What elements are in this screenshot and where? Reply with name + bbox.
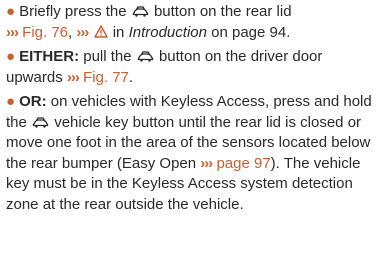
figure-link[interactable]: Fig. 76 — [22, 24, 68, 41]
manual-page: ● Briefly press the button on the rear li… — [0, 0, 380, 264]
bullet-icon: ● — [6, 48, 16, 65]
warning-triangle-icon — [93, 24, 108, 38]
bullet-icon: ● — [6, 3, 16, 20]
ref-arrow: ››› — [6, 23, 19, 41]
page-link[interactable]: page 97 — [216, 155, 270, 172]
ref-arrow: ››› — [76, 23, 89, 41]
rear-lid-icon — [137, 51, 154, 62]
section-link[interactable]: Introduction — [129, 24, 207, 41]
instruction-step-2: ● EITHER: pull the button on the driver d… — [6, 48, 323, 86]
figure-link[interactable]: Fig. 77 — [83, 69, 129, 86]
instruction-step-3: ● OR: on vehicles with Keyless Access, pr… — [6, 93, 372, 213]
ref-arrow: ››› — [66, 68, 80, 86]
rear-lid-icon — [32, 116, 49, 128]
instruction-step-1: ● Briefly press the button on the rear li… — [6, 3, 292, 41]
bullet-icon: ● — [6, 93, 16, 110]
rear-lid-icon — [132, 6, 149, 17]
ref-arrow: ››› — [200, 154, 213, 172]
